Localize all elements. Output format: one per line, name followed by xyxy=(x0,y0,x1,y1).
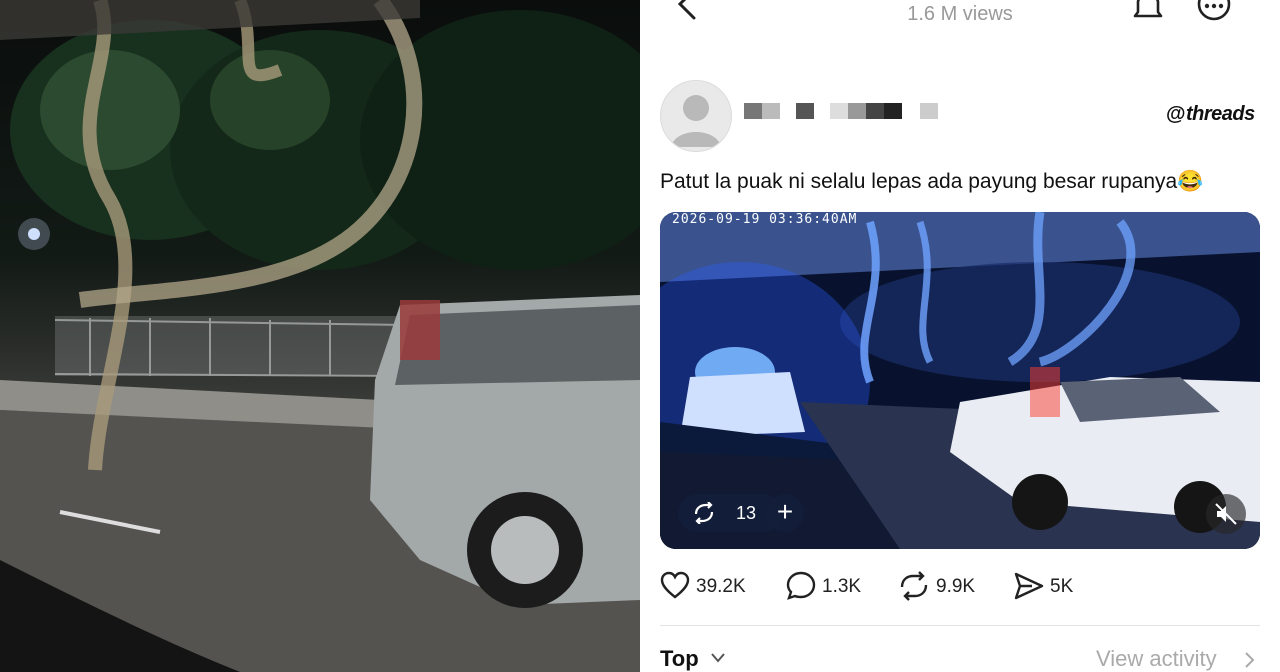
bell-icon[interactable] xyxy=(1130,0,1166,22)
mute-button[interactable] xyxy=(1206,494,1246,534)
view-activity-link[interactable]: View activity xyxy=(1096,646,1255,672)
divider xyxy=(660,625,1260,626)
view-count: 1.6 M views xyxy=(907,3,1013,25)
video-timestamp: 2026-09-19 03:36:40AM xyxy=(672,212,858,227)
sort-label: Top xyxy=(660,646,699,671)
share-button[interactable]: 5K xyxy=(1014,568,1094,604)
video-player[interactable]: 2026-09-19 03:36:40AM 13 + xyxy=(660,212,1260,549)
heart-icon xyxy=(660,571,690,599)
username-redacted[interactable] xyxy=(744,103,944,119)
sort-dropdown[interactable]: Top xyxy=(660,646,725,672)
chevron-down-icon xyxy=(711,653,725,663)
photo-scene xyxy=(0,0,640,672)
more-icon[interactable] xyxy=(1196,0,1232,22)
share-icon xyxy=(1014,572,1044,600)
repost-icon xyxy=(694,502,714,524)
repost-button[interactable]: 9.9K xyxy=(898,568,988,604)
like-button[interactable]: 39.2K xyxy=(660,568,760,604)
repost-count: 9.9K xyxy=(936,576,976,597)
comment-button[interactable]: 1.3K xyxy=(786,568,876,604)
avatar[interactable] xyxy=(660,80,732,152)
like-count: 39.2K xyxy=(696,576,746,597)
comment-count: 1.3K xyxy=(822,576,862,597)
threads-logo: @threads xyxy=(1166,103,1255,125)
user-icon xyxy=(671,95,721,147)
muted-speaker-icon xyxy=(1215,503,1237,525)
chevron-right-icon xyxy=(1245,652,1255,668)
add-button[interactable]: + xyxy=(766,494,804,532)
post-text: Patut la puak ni selalu lepas ada payung… xyxy=(660,170,1204,193)
threads-post-panel: 1.6 M views @threads Patut la puak ni se… xyxy=(640,0,1280,672)
repost-icon xyxy=(900,571,928,601)
repost-count: 13 xyxy=(736,503,757,523)
view-activity-label: View activity xyxy=(1096,646,1217,671)
dashcam-photo xyxy=(0,0,640,672)
comment-icon xyxy=(786,571,816,600)
share-count: 5K xyxy=(1050,576,1074,597)
